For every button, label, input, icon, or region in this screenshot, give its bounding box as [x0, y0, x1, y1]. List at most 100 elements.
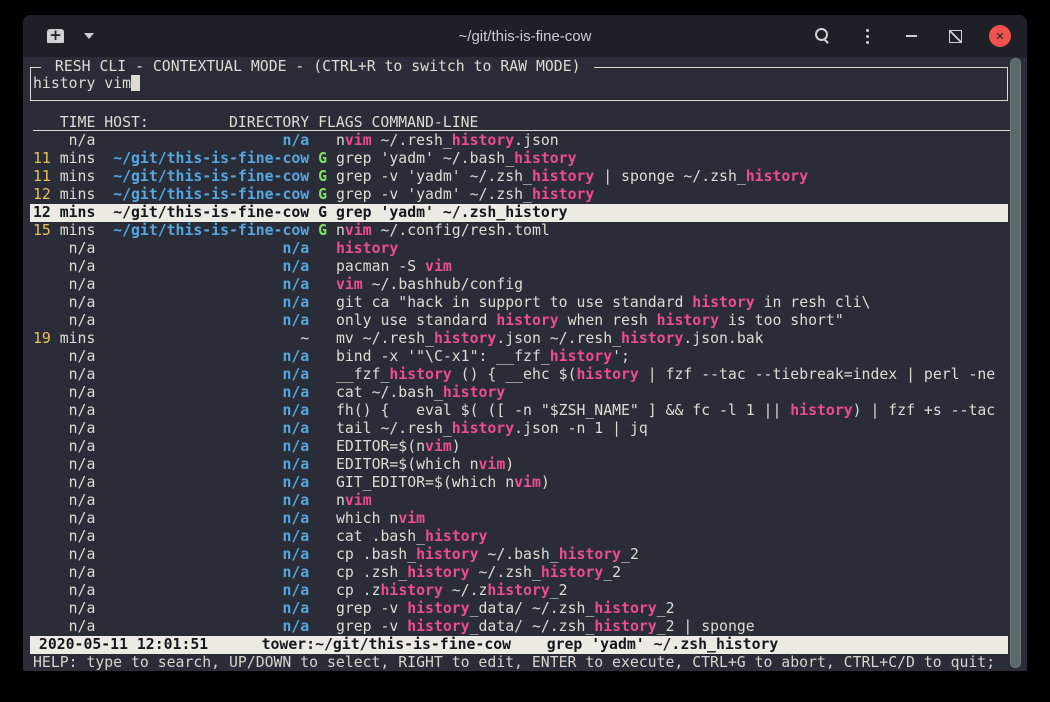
row-command-segment: ): [541, 474, 550, 491]
row-command-segment: | fzf --tac --tiebreak=index | perl -ne: [639, 366, 995, 383]
row-directory: n/a: [104, 366, 309, 383]
row-gap: [327, 312, 336, 329]
row-command-segment: tail ~/.resh_: [336, 420, 452, 437]
minimize-icon[interactable]: [901, 26, 921, 46]
row-time-unit: mins: [51, 204, 104, 221]
row-gap: [309, 438, 318, 455]
row-command-segment: history: [746, 168, 808, 185]
row-command-segment: when resh: [559, 312, 657, 329]
row-time: n/a: [33, 276, 104, 293]
help-bar: HELP: type to search, UP/DOWN to select,…: [33, 654, 995, 671]
row-command-segment: vim: [345, 222, 372, 239]
kebab-menu-icon[interactable]: [857, 26, 877, 46]
close-icon[interactable]: [989, 25, 1011, 47]
row-command-segment: history: [381, 582, 443, 599]
history-row[interactable]: n/a n/a EDITOR=$(which nvim): [30, 456, 1008, 474]
restore-icon[interactable]: [945, 26, 965, 46]
row-flag: [318, 618, 327, 635]
history-row[interactable]: n/a n/a GIT_EDITOR=$(which nvim): [30, 474, 1008, 492]
row-flag: [318, 258, 327, 275]
row-directory: n/a: [104, 510, 309, 527]
history-row[interactable]: n/a n/a nvim: [30, 492, 1008, 510]
row-gap: [327, 618, 336, 635]
row-gap: [309, 492, 318, 509]
row-time: 11: [33, 168, 51, 185]
dropdown-caret-icon[interactable]: [84, 33, 94, 39]
history-row[interactable]: 12 mins ~/git/this-is-fine-cow G grep 'y…: [30, 204, 1008, 222]
row-time: n/a: [33, 600, 104, 617]
history-row[interactable]: n/a n/a only use standard history when r…: [30, 312, 1008, 330]
history-row[interactable]: n/a n/a nvim ~/.resh_history.json: [30, 132, 1008, 150]
row-command-segment: history: [559, 546, 621, 563]
history-row[interactable]: 12 mins ~/git/this-is-fine-cow G grep -v…: [30, 186, 1008, 204]
history-row[interactable]: n/a n/a pacman -S vim: [30, 258, 1008, 276]
row-gap: [309, 330, 318, 347]
history-row[interactable]: n/a n/a cat ~/.bash_history: [30, 384, 1008, 402]
row-directory: n/a: [104, 258, 309, 275]
history-row[interactable]: 11 mins ~/git/this-is-fine-cow G grep -v…: [30, 168, 1008, 186]
row-directory: ~/git/this-is-fine-cow: [104, 168, 309, 185]
row-command-segment: grep 'yadm' ~/.bash_: [336, 150, 514, 167]
row-command-segment: ~/.z: [443, 582, 488, 599]
search-input[interactable]: history vim: [33, 75, 140, 93]
row-command-segment: history: [576, 366, 638, 383]
history-row[interactable]: n/a n/a cp .zhistory ~/.zhistory_2: [30, 582, 1008, 600]
row-command-segment: history: [452, 132, 514, 149]
row-command-segment: vim: [479, 456, 506, 473]
row-directory: ~/git/this-is-fine-cow: [104, 186, 309, 203]
history-row[interactable]: n/a n/a cp .bash_history ~/.bash_history…: [30, 546, 1008, 564]
row-flag: [318, 546, 327, 563]
history-row[interactable]: n/a n/a grep -v history_data/ ~/.zsh_his…: [30, 600, 1008, 618]
row-gap: [327, 510, 336, 527]
row-command-segment: .json ~/.resh_: [496, 330, 621, 347]
row-gap: [327, 474, 336, 491]
row-flag: G: [318, 204, 327, 221]
history-row[interactable]: n/a n/a bind -x '"\C-x1": __fzf_history'…: [30, 348, 1008, 366]
text-cursor: [131, 75, 140, 91]
row-gap: [309, 348, 318, 365]
history-row[interactable]: n/a n/a EDITOR=$(nvim): [30, 438, 1008, 456]
history-row[interactable]: n/a n/a __fzf_history () { __ehc $(histo…: [30, 366, 1008, 384]
history-row[interactable]: n/a n/a grep -v history_data/ ~/.zsh_his…: [30, 618, 1008, 636]
row-command-segment: vim: [514, 474, 541, 491]
history-row[interactable]: n/a n/a cp .zsh_history ~/.zsh_history_2: [30, 564, 1008, 582]
row-time: 15: [33, 222, 51, 239]
row-directory: ~: [104, 330, 309, 347]
row-time: n/a: [33, 564, 104, 581]
row-flag: [318, 330, 327, 347]
history-row[interactable]: n/a n/a tail ~/.resh_history.json -n 1 |…: [30, 420, 1008, 438]
new-tab-icon[interactable]: [47, 29, 64, 43]
history-row[interactable]: n/a n/a cat .bash_history: [30, 528, 1008, 546]
history-row[interactable]: n/a n/a git ca "hack in support to use s…: [30, 294, 1008, 312]
row-command-segment: history: [425, 528, 487, 545]
row-command-segment: mv ~/.resh_: [336, 330, 434, 347]
history-row[interactable]: n/a n/a history: [30, 240, 1008, 258]
row-command-segment: vim: [398, 510, 425, 527]
row-command-segment: ~/.bash_: [479, 546, 559, 563]
history-row[interactable]: 11 mins ~/git/this-is-fine-cow G grep 'y…: [30, 150, 1008, 168]
row-command-segment: only use standard: [336, 312, 496, 329]
history-row[interactable]: n/a n/a fh() { eval $( ([ -n "$ZSH_NAME"…: [30, 402, 1008, 420]
row-directory: n/a: [104, 384, 309, 401]
row-command-segment: .json.bak: [683, 330, 763, 347]
row-command-segment: history: [443, 384, 505, 401]
row-command-segment: vim: [336, 276, 363, 293]
row-command-segment: grep -v 'yadm' ~/.zsh_: [336, 186, 532, 203]
row-gap: [327, 384, 336, 401]
row-command-segment: cp .zsh_: [336, 564, 407, 581]
row-command-segment: grep -v 'yadm' ~/.zsh_: [336, 168, 532, 185]
history-row[interactable]: n/a n/a vim ~/.bashhub/config: [30, 276, 1008, 294]
row-command-segment: EDITOR=$(n: [336, 438, 425, 455]
row-command-segment: ): [452, 438, 461, 455]
history-row[interactable]: 19 mins ~ mv ~/.resh_history.json ~/.res…: [30, 330, 1008, 348]
history-row[interactable]: 15 mins ~/git/this-is-fine-cow G nvim ~/…: [30, 222, 1008, 240]
row-flag: [318, 474, 327, 491]
history-table: TIME HOST: DIRECTORY FLAGS COMMAND-LINE …: [30, 114, 1008, 636]
resh-mode-label: RESH CLI - CONTEXTUAL MODE - (CTRL+R to …: [41, 58, 594, 76]
row-flag: [318, 384, 327, 401]
history-row[interactable]: n/a n/a which nvim: [30, 510, 1008, 528]
scrollbar[interactable]: [1010, 58, 1021, 668]
row-time: 19: [33, 330, 51, 347]
search-icon[interactable]: [813, 26, 833, 46]
row-time: 11: [33, 150, 51, 167]
